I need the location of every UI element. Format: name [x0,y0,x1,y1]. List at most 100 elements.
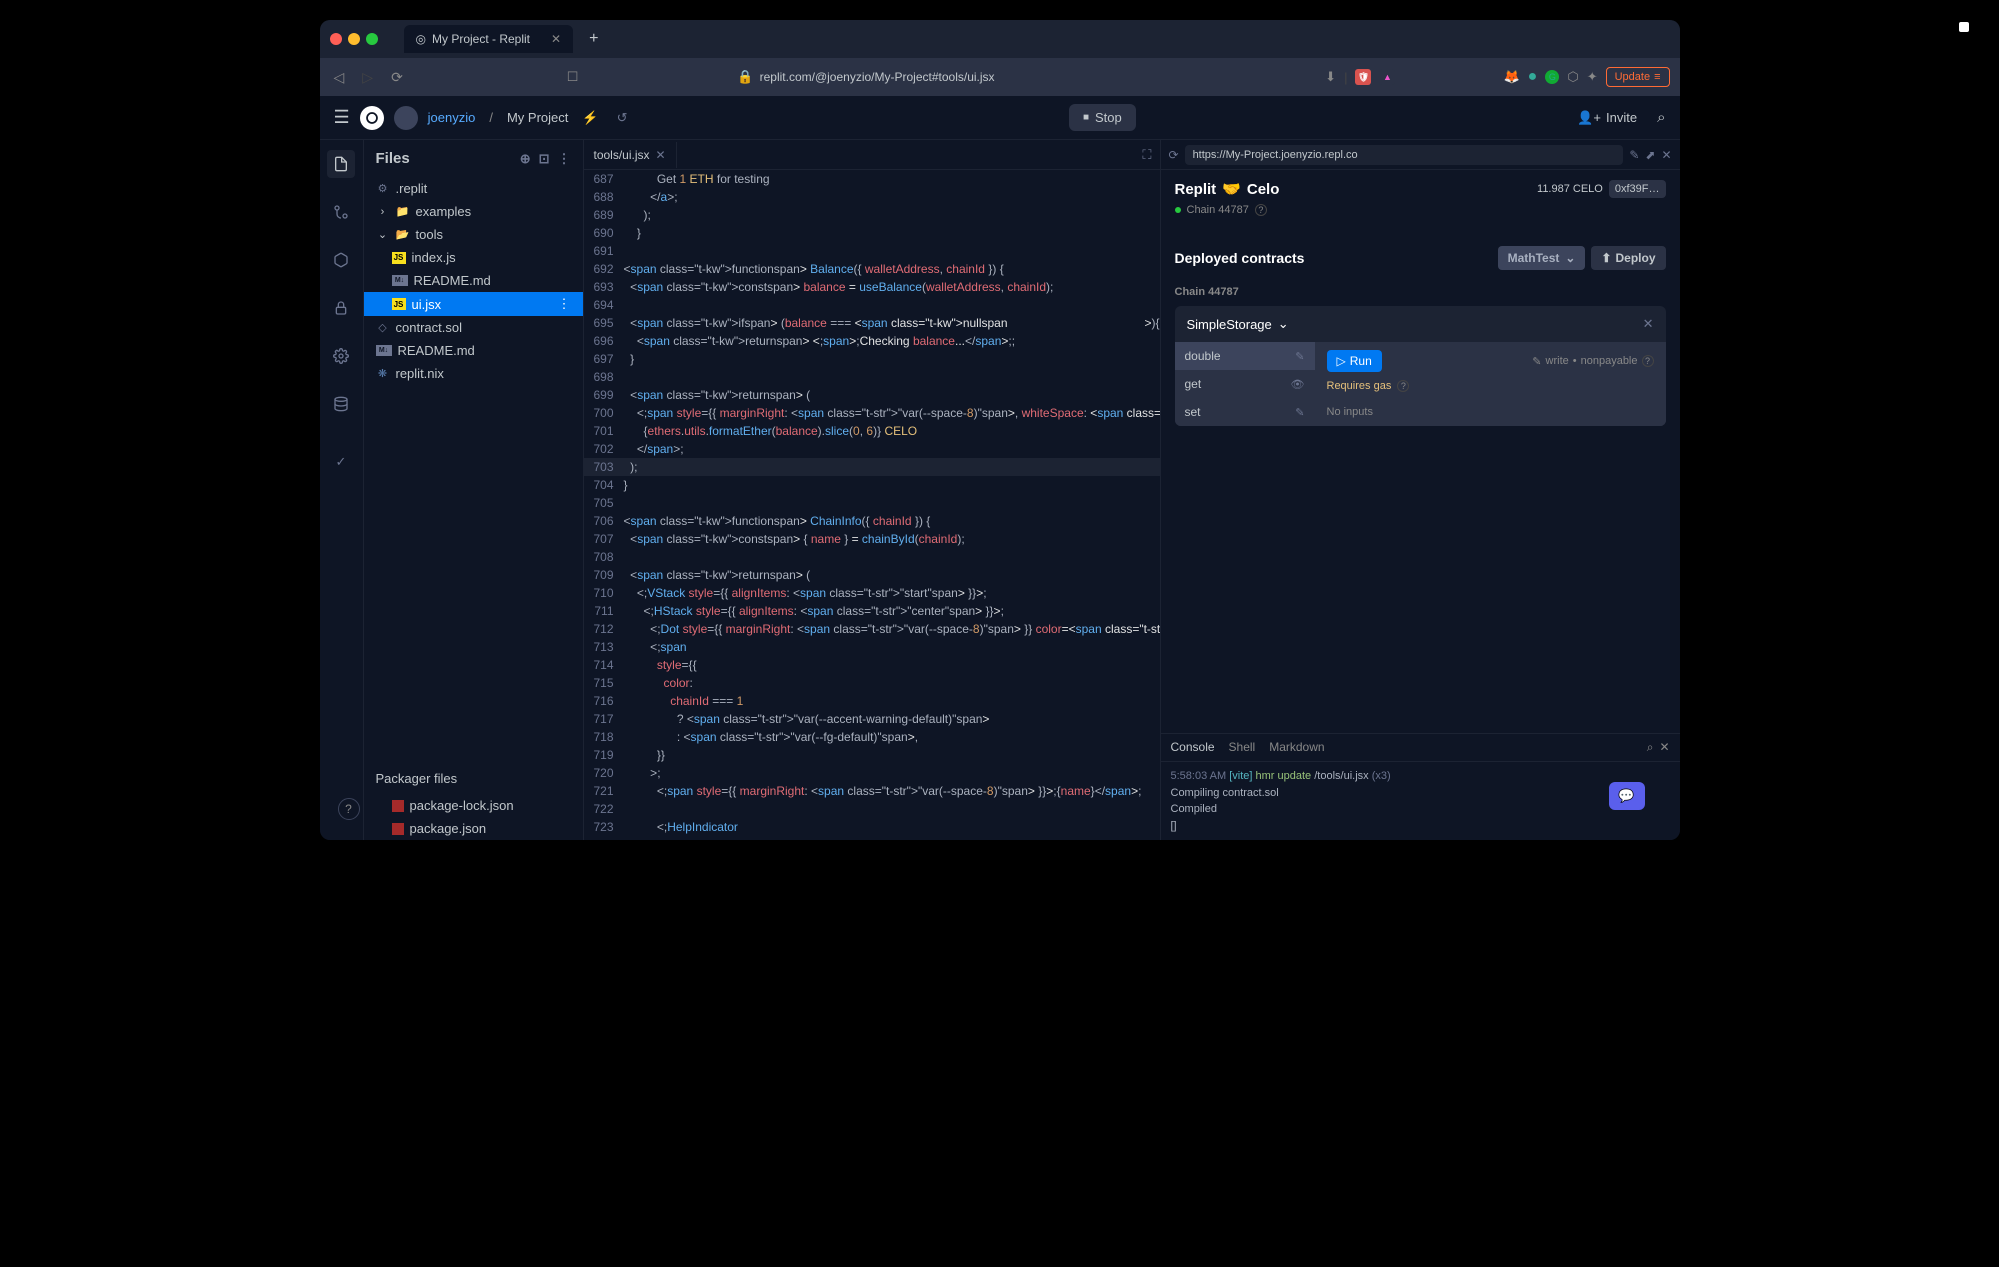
file-item-README-md[interactable]: M↓README.md [364,269,583,292]
forward-icon[interactable]: ▷ [358,69,377,86]
menu-icon: ≡ [1654,71,1660,83]
rail-secrets-icon[interactable] [327,294,355,322]
preview-close-icon[interactable]: ✕ [1661,148,1671,162]
file-item-index-js[interactable]: JSindex.js [364,246,583,269]
method-double[interactable]: double✎ [1175,342,1315,370]
extension-g-icon[interactable]: G [1545,70,1559,84]
minimize-window-button[interactable] [348,33,360,45]
extension-fox-icon[interactable]: 🦊 [1503,69,1519,85]
play-icon: ▷ [1337,354,1346,368]
files-panel: Files ⊕ ⊡ ⋮ ⚙.replit›📁examples⌄📂toolsJSi… [364,140,584,840]
avatar[interactable] [394,106,418,130]
file-item-ui-jsx[interactable]: JSui.jsx⋮ [364,292,583,316]
help-icon[interactable]: ? [1642,355,1654,367]
rail-packages-icon[interactable] [327,246,355,274]
chain-help-icon[interactable]: ? [1255,204,1267,216]
download-icon[interactable]: ⬇ [1325,69,1336,85]
update-button[interactable]: Update ≡ [1606,67,1670,87]
rail-settings-icon[interactable] [327,342,355,370]
preview-reload-icon[interactable]: ⟳ [1169,148,1179,162]
extension-shield-icon[interactable]: 🛡 [1355,69,1371,85]
back-icon[interactable]: ◁ [330,69,349,86]
url-field[interactable]: ☐ 🔒 replit.com/@joenyzio/My-Project#tool… [417,69,1315,85]
history-icon[interactable]: ↺ [617,110,628,126]
editor-tab[interactable]: tools/ui.jsx ✕ [584,142,677,168]
console-tab-console[interactable]: Console [1171,740,1215,755]
preview-open-icon[interactable]: ⬈ [1645,148,1655,162]
packager-item[interactable]: package.json [364,817,583,840]
extensions-icon[interactable]: ✦ [1587,69,1598,85]
reload-icon[interactable]: ⟳ [387,69,407,86]
file-item-contract-sol[interactable]: ◇contract.sol [364,316,583,339]
extension-triangle-icon[interactable]: ▲ [1379,69,1395,85]
method-set[interactable]: set✎ [1175,398,1315,426]
preview-title-a: Replit [1175,181,1217,198]
url-text: replit.com/@joenyzio/My-Project#tools/ui… [760,70,995,84]
handshake-icon: 🤝 [1222,180,1241,198]
packager-header: Packager files [364,763,583,794]
chevron-down-icon: ⌄ [1565,251,1575,265]
console-search-icon[interactable]: ⌕ [1647,740,1654,755]
tab-title: My Project - Replit [432,32,530,46]
replit-logo-icon[interactable] [360,106,384,130]
close-editor-tab-icon[interactable]: ✕ [656,148,666,162]
upload-icon: ⬆ [1601,251,1611,265]
rail-files-icon[interactable] [327,150,355,178]
rail-check-icon[interactable]: ✓ [327,448,355,476]
deployed-contracts-label: Deployed contracts [1175,250,1305,266]
maximize-window-button[interactable] [366,33,378,45]
gas-help-icon[interactable]: ? [1397,380,1409,392]
extension-three-icon[interactable]: ⬡ [1567,69,1578,85]
code-editor[interactable]: 687 Get 1 ETH for testing688 </a>;689 );… [584,170,1160,840]
packager-item[interactable]: package-lock.json [364,794,583,817]
extension-dot-icon[interactable]: ● [1528,68,1538,86]
stop-button[interactable]: ■ Stop [1069,104,1136,131]
activity-rail: ✓ [320,140,364,840]
hamburger-icon[interactable]: ☰ [334,107,350,128]
rail-vcs-icon[interactable] [327,198,355,226]
bookmark-icon[interactable]: ☐ [567,69,579,85]
preview-url-input[interactable]: https://My-Project.joenyzio.repl.co [1185,145,1624,165]
new-tab-icon[interactable]: + [589,30,598,48]
title-bar: ◎ My Project - Replit ✕ + [320,20,1680,58]
new-folder-icon[interactable]: ⊡ [539,151,550,167]
stop-icon: ■ [1083,112,1089,123]
preview-edit-icon[interactable]: ✎ [1629,148,1639,162]
file-item-replit-nix[interactable]: ❋replit.nix [364,362,583,385]
expand-icon[interactable]: ⛶ [1142,147,1151,163]
console-output: 5:58:03 AM [vite] hmr update /tools/ui.j… [1161,762,1680,840]
close-tab-icon[interactable]: ✕ [551,32,561,46]
rail-database-icon[interactable] [327,390,355,418]
contract-name: SimpleStorage [1187,317,1272,332]
new-file-icon[interactable]: ⊕ [520,151,531,167]
method-get[interactable]: get👁 [1175,370,1315,398]
breadcrumb-user[interactable]: joenyzio [428,110,476,125]
contract-close-icon[interactable]: ✕ [1643,316,1654,332]
invite-button[interactable]: 👤+ Invite [1577,110,1637,126]
deploy-button[interactable]: ⬆ Deploy [1591,246,1665,270]
console-close-icon[interactable]: ✕ [1659,740,1669,755]
chat-button[interactable]: 💬 [1609,782,1645,810]
browser-tab[interactable]: ◎ My Project - Replit ✕ [404,25,574,53]
chain-status-icon [1175,207,1181,213]
run-button[interactable]: ▷ Run [1327,350,1382,372]
file-item-README-md[interactable]: M↓README.md [364,339,583,362]
close-window-button[interactable] [330,33,342,45]
contract-select[interactable]: MathTest ⌄ [1498,246,1586,270]
url-bar: ◁ ▷ ⟳ ☐ 🔒 replit.com/@joenyzio/My-Projec… [320,58,1680,96]
file-item-tools[interactable]: ⌄📂tools [364,223,583,246]
console-tab-shell[interactable]: Shell [1229,740,1256,755]
contract-chevron-icon[interactable]: ⌄ [1278,316,1289,332]
breadcrumb-project[interactable]: My Project [507,110,568,125]
console-tab-markdown[interactable]: Markdown [1269,740,1324,755]
file-item-examples[interactable]: ›📁examples [364,200,583,223]
zap-icon[interactable]: ⚡ [582,110,598,126]
help-button[interactable]: ? [338,798,360,820]
wallet-address[interactable]: 0xf39F… [1609,180,1666,198]
preview-panel: ⟳ https://My-Project.joenyzio.repl.co ✎ … [1160,140,1680,840]
search-icon[interactable]: ⌕ [1657,109,1665,126]
files-more-icon[interactable]: ⋮ [558,151,571,167]
chain-section-label: Chain 44787 [1175,286,1666,298]
file-item--replit[interactable]: ⚙.replit [364,177,583,200]
method-list: double✎get👁set✎ [1175,342,1315,426]
